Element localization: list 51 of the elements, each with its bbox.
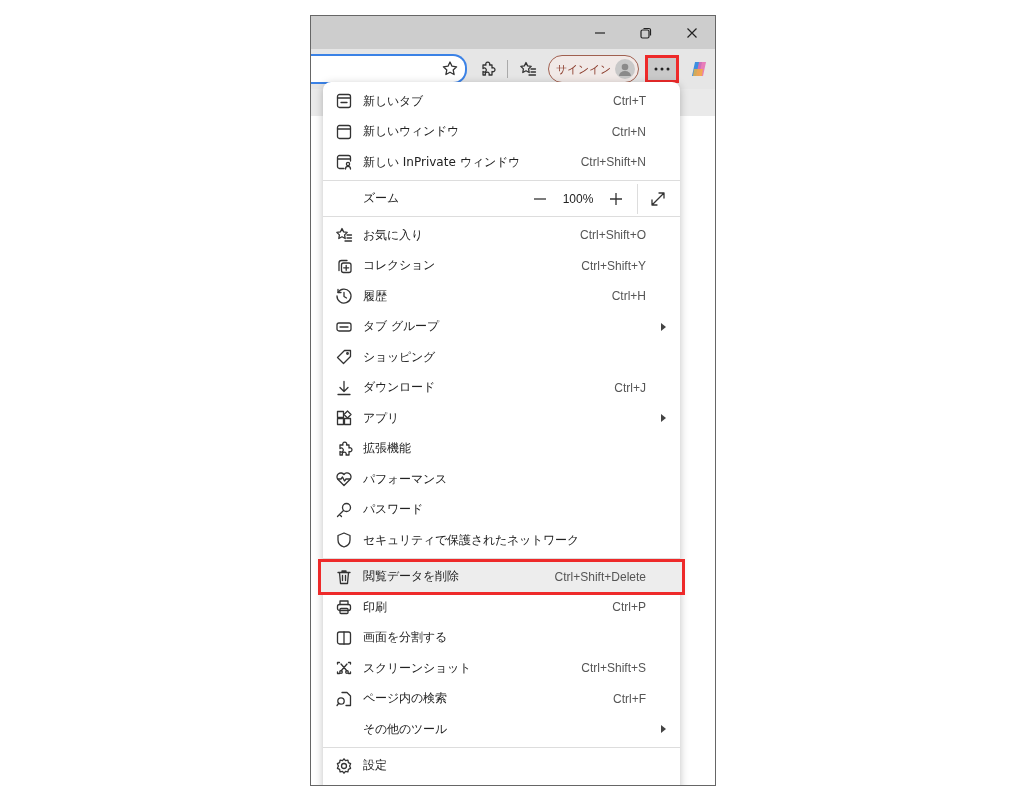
zoom-level: 100% — [561, 191, 595, 206]
star-list-icon — [335, 226, 353, 245]
menu-item[interactable]: 履歴 Ctrl+H — [323, 281, 680, 312]
address-bar[interactable] — [311, 54, 467, 84]
tag-icon — [335, 348, 353, 367]
menu-item[interactable]: 新しいタブ Ctrl+T — [323, 86, 680, 117]
menu-item[interactable]: 新しい InPrivate ウィンドウ Ctrl+Shift+N — [323, 147, 680, 178]
menu-item[interactable]: スクリーンショット Ctrl+Shift+S — [323, 653, 680, 684]
new-tab-icon — [335, 92, 353, 111]
minus-icon — [534, 197, 546, 200]
menu-item[interactable]: ショッピング — [323, 342, 680, 373]
minimize-icon — [595, 31, 605, 34]
apps-icon — [335, 409, 353, 428]
download-icon — [335, 378, 353, 397]
menu-item[interactable]: その他のツール — [323, 714, 680, 745]
heart-pulse-icon — [335, 470, 353, 489]
star-icon — [441, 60, 459, 78]
more-button[interactable] — [645, 55, 679, 83]
printer-icon — [335, 598, 353, 617]
plus-icon — [608, 190, 624, 207]
menu-item[interactable]: 拡張機能 — [323, 433, 680, 464]
expand-icon — [649, 189, 667, 208]
trash-icon — [335, 567, 353, 586]
history-icon — [335, 287, 353, 306]
menu-item[interactable]: 設定 — [323, 750, 680, 781]
menu-item[interactable]: パスワード — [323, 494, 680, 525]
gear-icon — [335, 756, 353, 775]
shield-icon — [335, 531, 353, 550]
menu-item[interactable]: セキュリティで保護されたネットワーク — [323, 525, 680, 556]
sign-in-button[interactable]: サインイン — [548, 55, 639, 83]
menu-item[interactable]: 閲覧データを削除 Ctrl+Shift+Delete — [321, 561, 682, 592]
menu-item[interactable]: 新しいウィンドウ Ctrl+N — [323, 116, 680, 147]
copilot-icon — [689, 59, 709, 79]
menu-item[interactable]: 画面を分割する — [323, 622, 680, 653]
split-screen-icon — [335, 628, 353, 647]
menu-item[interactable]: タブ グループ — [323, 311, 680, 342]
menu-item[interactable]: 印刷 Ctrl+P — [323, 592, 680, 623]
menu-item[interactable]: お気に入り Ctrl+Shift+O — [323, 220, 680, 251]
star-list-icon — [519, 60, 537, 78]
page-search-icon — [335, 689, 353, 708]
menu-item[interactable]: パフォーマンス — [323, 464, 680, 495]
menu-item[interactable]: アプリ — [323, 403, 680, 434]
menu-item[interactable]: ダウンロード Ctrl+J — [323, 372, 680, 403]
window-icon — [335, 122, 353, 141]
zoom-label: ズーム — [363, 190, 399, 208]
menu-item[interactable]: ページ内の検索 Ctrl+F — [323, 683, 680, 714]
key-icon — [335, 500, 353, 519]
avatar-icon — [615, 59, 635, 79]
private-window-icon — [335, 153, 353, 172]
more-icon — [654, 67, 670, 71]
menu-item[interactable]: コレクション Ctrl+Shift+Y — [323, 250, 680, 281]
